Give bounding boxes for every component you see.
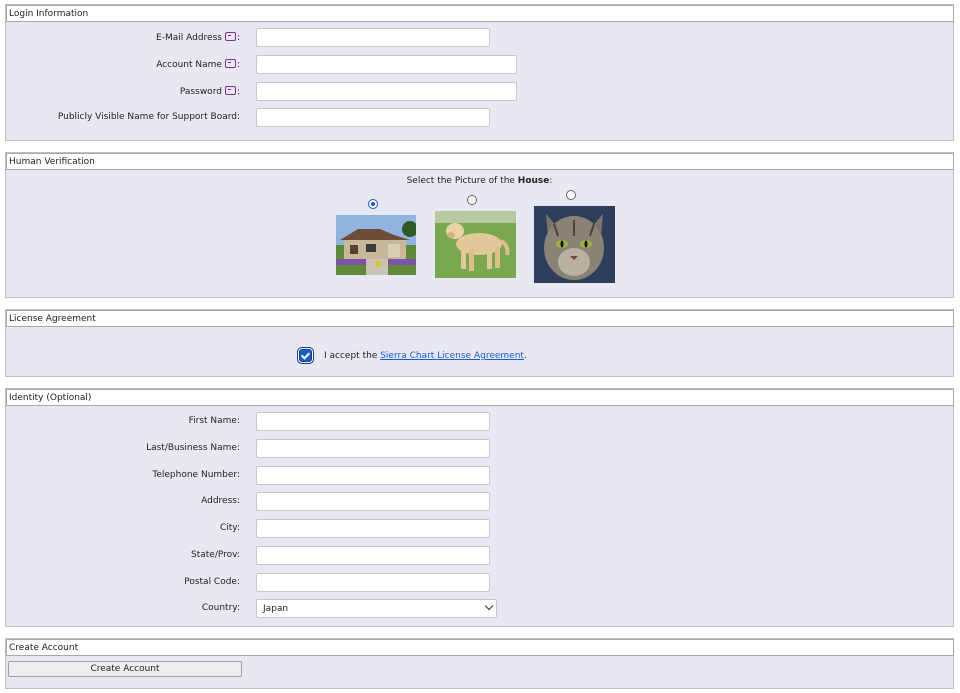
postal-code-field[interactable] xyxy=(256,573,490,592)
telephone-label: Telephone Number: xyxy=(152,470,240,480)
verification-prompt: Select the Picture of the House: xyxy=(406,176,553,186)
public-name-label: Publicly Visible Name for Support Board: xyxy=(57,112,240,122)
license-agreement-link[interactable]: Sierra Chart License Agreement xyxy=(380,351,524,361)
info-icon[interactable] xyxy=(224,59,236,68)
address-label: Address: xyxy=(201,496,240,506)
state-label: State/Prov: xyxy=(191,550,240,560)
house-image[interactable] xyxy=(336,215,416,275)
city-field[interactable] xyxy=(256,519,490,538)
license-agreement-section: License Agreement I accept the Sierra Ch… xyxy=(5,309,954,377)
cat-image[interactable] xyxy=(534,206,615,283)
license-accept-text: I accept the Sierra Chart License Agreem… xyxy=(324,351,527,361)
address-field[interactable] xyxy=(256,492,490,511)
login-information-legend: Login Information xyxy=(6,5,954,22)
email-field[interactable] xyxy=(256,28,490,47)
license-agreement-legend: License Agreement xyxy=(6,310,954,327)
email-label: E-Mail Address: xyxy=(156,32,240,43)
create-account-section: Create Account Create Account xyxy=(5,638,954,689)
license-accept-checkbox[interactable] xyxy=(300,350,311,361)
country-select-value: Japan xyxy=(263,604,289,614)
info-icon[interactable] xyxy=(224,32,236,41)
login-information-section: Login Information E-Mail Address: Accoun… xyxy=(5,4,954,141)
create-account-legend: Create Account xyxy=(6,639,954,656)
country-select[interactable]: Japan xyxy=(256,599,497,618)
postal-code-label: Postal Code: xyxy=(184,577,240,587)
house-radio[interactable] xyxy=(368,199,378,209)
cat-radio[interactable] xyxy=(566,190,576,200)
password-label: Password: xyxy=(179,86,240,97)
identity-legend: Identity (Optional) xyxy=(6,389,954,406)
identity-section: Identity (Optional) First Name: Last/Bus… xyxy=(5,388,954,627)
account-name-label: Account Name: xyxy=(156,59,240,70)
first-name-label: First Name: xyxy=(188,416,240,426)
chevron-down-icon xyxy=(484,601,494,611)
last-name-label: Last/Business Name: xyxy=(146,443,240,453)
password-field[interactable] xyxy=(256,82,517,101)
first-name-field[interactable] xyxy=(256,412,490,431)
telephone-field[interactable] xyxy=(256,466,490,485)
state-field[interactable] xyxy=(256,546,490,565)
country-label: Country: xyxy=(201,603,240,613)
dog-radio[interactable] xyxy=(467,195,477,205)
create-account-button[interactable]: Create Account xyxy=(8,661,242,677)
dog-image[interactable] xyxy=(435,211,516,278)
last-name-field[interactable] xyxy=(256,439,490,458)
human-verification-legend: Human Verification xyxy=(6,153,954,170)
human-verification-section: Human Verification Select the Picture of… xyxy=(5,152,954,298)
public-name-field[interactable] xyxy=(256,108,490,127)
info-icon[interactable] xyxy=(224,86,236,95)
account-name-field[interactable] xyxy=(256,55,517,74)
city-label: City: xyxy=(219,523,240,533)
